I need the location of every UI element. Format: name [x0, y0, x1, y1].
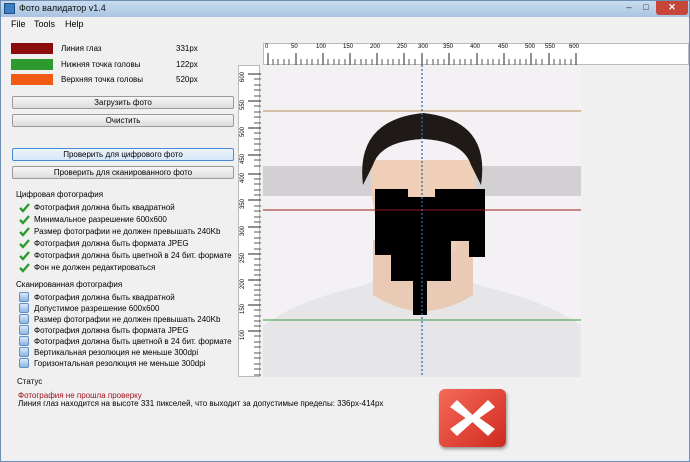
item-label: Фотография должна быть формата JPEG [34, 326, 189, 335]
close-button[interactable]: ✕ [656, 1, 688, 15]
info-icon [19, 303, 29, 313]
load-photo-button[interactable]: Загрузить фото [12, 96, 234, 109]
app-icon [4, 3, 15, 14]
fail-icon [439, 389, 506, 447]
item-label: Вертикальная резолюция не меньше 300dpi [34, 348, 199, 357]
legend-value: 122px [176, 60, 198, 69]
ruler-label: 450 [240, 153, 246, 164]
info-icon [19, 292, 29, 302]
ruler-label: 200 [370, 44, 381, 50]
check-icon [19, 203, 30, 213]
ruler-label: 100 [240, 329, 246, 340]
check-icon [19, 239, 30, 249]
ruler-label: 350 [240, 198, 246, 209]
check-icon [19, 251, 30, 261]
menu-tools[interactable]: Tools [34, 19, 55, 29]
check-scanned-button[interactable]: Проверить для сканированного фото [12, 166, 234, 179]
maximize-button[interactable]: □ [638, 1, 654, 15]
ruler-label: 350 [443, 44, 454, 50]
legend-label: Верхняя точка головы [61, 75, 144, 84]
item-label: Размер фотографии не должен превышать 24… [34, 315, 221, 324]
ruler-label: 150 [343, 44, 354, 50]
ruler-left: 600 550 500 450 400 350 300 250 200 150 … [238, 65, 261, 377]
ruler-label: 200 [240, 278, 246, 289]
legend-value: 520px [176, 75, 198, 84]
ruler-label: 550 [240, 99, 246, 110]
menu-bar: File Tools Help [1, 17, 689, 31]
info-icon [19, 325, 29, 335]
info-icon [19, 358, 29, 368]
ruler-label: 550 [545, 44, 556, 50]
ruler-top: 0 50 100 150 200 250 300 350 400 450 500… [263, 43, 689, 66]
menu-help[interactable]: Help [65, 19, 84, 29]
legend-label: Линия глаз [61, 44, 102, 53]
ruler-label: 300 [240, 225, 246, 236]
clear-button[interactable]: Очистить [12, 114, 234, 127]
status-detail: Линия глаз находится на высоте 331 пиксе… [18, 399, 384, 408]
eye-line-swatch [11, 43, 53, 54]
item-label: Минимальное разрешение 600x600 [34, 215, 167, 224]
photo-canvas[interactable] [263, 65, 581, 377]
item-label: Фотография должна быть цветной в 24 бит.… [34, 337, 232, 346]
ruler-label: 400 [470, 44, 481, 50]
check-icon [19, 215, 30, 225]
title-bar[interactable]: Фото валидатор v1.4 – □ ✕ [1, 1, 689, 17]
menu-file[interactable]: File [11, 19, 26, 29]
item-label: Фотография должна быть формата JPEG [34, 239, 189, 248]
status-title: Статус [17, 377, 43, 386]
legend-label: Нижняя точка головы [61, 60, 141, 69]
ruler-label: 150 [240, 303, 246, 314]
item-label: Допустимое разрешение 600x600 [34, 304, 160, 313]
ruler-label: 100 [316, 44, 327, 50]
ruler-label: 300 [418, 44, 429, 50]
item-label: Фотография должна быть квадратной [34, 203, 175, 212]
minimize-button[interactable]: – [621, 1, 637, 15]
ruler-label: 600 [569, 44, 580, 50]
ruler-label: 250 [240, 252, 246, 263]
photo-side-area [581, 65, 689, 377]
x-mark-icon [450, 400, 495, 436]
info-icon [19, 336, 29, 346]
window-title: Фото валидатор v1.4 [19, 3, 106, 13]
check-icon [19, 263, 30, 273]
check-digital-button[interactable]: Проверить для цифрового фото [12, 148, 234, 161]
digital-section-title: Цифровая фотография [16, 190, 104, 199]
ruler-label: 500 [525, 44, 536, 50]
scanned-section-title: Сканированная фотография [16, 280, 123, 289]
item-label: Фотография должна быть квадратной [34, 293, 175, 302]
ruler-label: 400 [240, 172, 246, 183]
portrait-image [263, 65, 581, 377]
check-icon [19, 227, 30, 237]
ruler-label: 450 [498, 44, 509, 50]
item-label: Фотография должна быть цветной в 24 бит.… [34, 251, 232, 260]
ruler-label: 500 [240, 126, 246, 137]
head-bottom-swatch [11, 59, 53, 70]
head-top-swatch [11, 74, 53, 85]
info-icon [19, 347, 29, 357]
item-label: Размер фотографии не должен превышать 24… [34, 227, 221, 236]
item-label: Горизонтальная резолюция не меньше 300dp… [34, 359, 206, 368]
ruler-label: 0 [265, 44, 269, 50]
legend-value: 331px [176, 44, 198, 53]
item-label: Фон не должен редактироваться [34, 263, 156, 272]
app-window: Фото валидатор v1.4 – □ ✕ File Tools Hel… [0, 0, 690, 462]
ruler-label: 50 [291, 44, 298, 50]
info-icon [19, 314, 29, 324]
ruler-label: 250 [397, 44, 408, 50]
ruler-label: 600 [240, 71, 246, 82]
